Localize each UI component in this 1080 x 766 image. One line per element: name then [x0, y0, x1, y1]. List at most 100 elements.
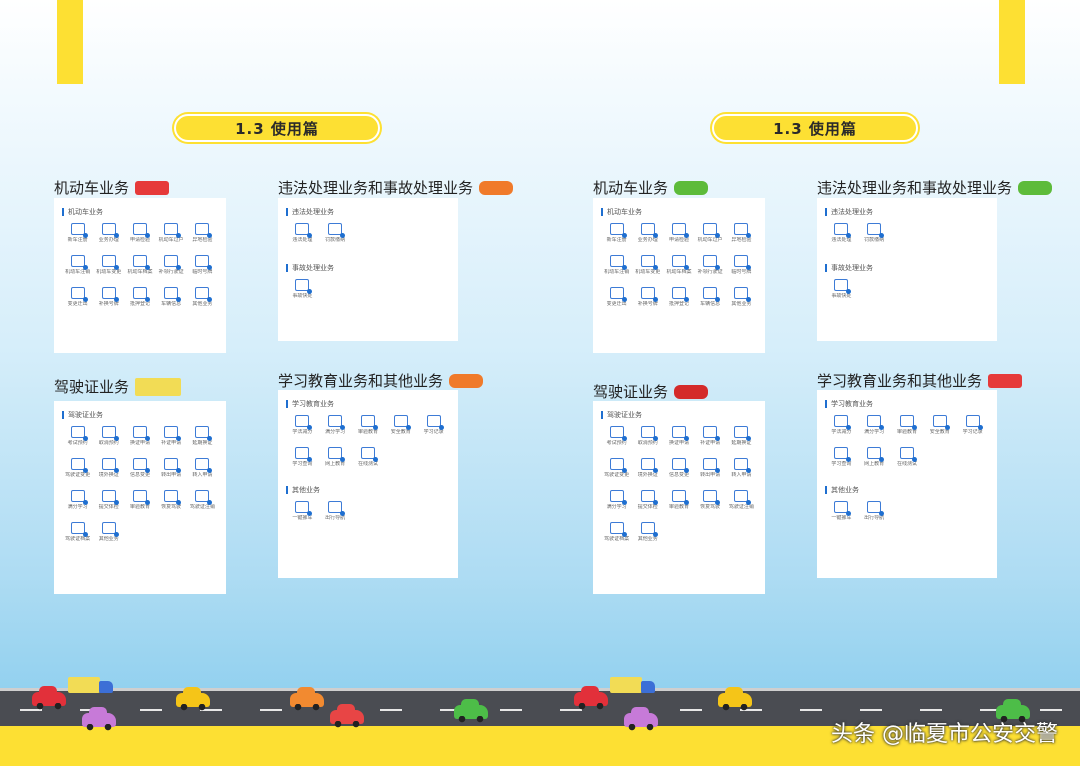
service-item[interactable]: 信息变更	[663, 458, 694, 484]
service-item[interactable]: 罚款缴纳	[319, 223, 352, 249]
service-icon	[328, 447, 346, 462]
service-item[interactable]: 违法处理	[825, 223, 858, 249]
service-item[interactable]: 取消预约	[93, 426, 124, 452]
service-item[interactable]: 满分学习	[858, 415, 891, 441]
service-item[interactable]: 转入申请	[726, 458, 757, 484]
service-item[interactable]: 补证申请	[695, 426, 726, 452]
service-item[interactable]: 学习记录	[956, 415, 989, 441]
service-item[interactable]: 境外换证	[93, 458, 124, 484]
service-item[interactable]: 抵押登记	[663, 287, 694, 313]
service-item[interactable]: 审验教育	[891, 415, 924, 441]
service-label: 信息变更	[129, 472, 150, 478]
service-item[interactable]: 考试预约	[62, 426, 93, 452]
service-item[interactable]: 驾驶证变更	[62, 458, 93, 484]
service-item[interactable]: 网上教育	[319, 447, 352, 473]
service-item[interactable]: 其他业务	[187, 287, 218, 313]
service-item[interactable]: 机动车注销	[601, 255, 632, 281]
service-item[interactable]: 机动车过户	[156, 223, 187, 249]
service-icon	[164, 255, 182, 270]
service-item[interactable]: 出行导航	[858, 501, 891, 527]
service-item[interactable]: 境外换证	[632, 458, 663, 484]
service-item[interactable]: 出行导航	[319, 501, 352, 527]
service-item[interactable]: 取消预约	[632, 426, 663, 452]
service-item[interactable]: 学习查询	[286, 447, 319, 473]
service-item[interactable]: 异地检验	[187, 223, 218, 249]
service-item[interactable]: 满分学习	[62, 490, 93, 516]
service-item[interactable]: 满分学习	[601, 490, 632, 516]
violation-sub-heading: 违法处理业务	[286, 207, 450, 217]
service-item[interactable]: 新车注册	[601, 223, 632, 249]
service-item[interactable]: 业务办理	[93, 223, 124, 249]
service-item[interactable]: 在线测试	[352, 447, 385, 473]
service-item[interactable]: 车辆信息	[695, 287, 726, 313]
service-item[interactable]: 异地检验	[726, 223, 757, 249]
service-item[interactable]: 审验教育	[124, 490, 155, 516]
service-item[interactable]: 提交体检	[632, 490, 663, 516]
service-item[interactable]: 违法处理	[286, 223, 319, 249]
service-item[interactable]: 临时号牌	[726, 255, 757, 281]
service-item[interactable]: 驾驶证注销	[726, 490, 757, 516]
service-item[interactable]: 机动车过户	[695, 223, 726, 249]
service-item[interactable]: 驾驶证档案	[62, 522, 93, 548]
service-item[interactable]: 抵押登记	[124, 287, 155, 313]
service-item[interactable]: 转入申请	[187, 458, 218, 484]
service-item[interactable]: 其他业务	[93, 522, 124, 548]
service-item[interactable]: 转出申请	[156, 458, 187, 484]
service-item[interactable]: 延期换证	[726, 426, 757, 452]
service-item[interactable]: 补换号牌	[93, 287, 124, 313]
service-item[interactable]: 满分学习	[319, 415, 352, 441]
service-item[interactable]: 学法减分	[286, 415, 319, 441]
service-item[interactable]: 补领行驶证	[695, 255, 726, 281]
service-item[interactable]: 网上教育	[858, 447, 891, 473]
service-item[interactable]: 审验教育	[352, 415, 385, 441]
service-item[interactable]: 提交体检	[93, 490, 124, 516]
service-item[interactable]: 机动车变更	[93, 255, 124, 281]
service-item[interactable]: 申请检验	[663, 223, 694, 249]
service-item[interactable]: 安全教育	[923, 415, 956, 441]
service-item[interactable]: 补领行驶证	[156, 255, 187, 281]
service-item[interactable]: 驾驶证注销	[187, 490, 218, 516]
service-item[interactable]: 审验教育	[663, 490, 694, 516]
service-item[interactable]: 其他业务	[726, 287, 757, 313]
service-icon	[671, 426, 689, 441]
service-item[interactable]: 车辆信息	[156, 287, 187, 313]
service-item[interactable]: 申请检验	[124, 223, 155, 249]
service-label: 学习查询	[292, 461, 313, 467]
service-item[interactable]: 临时号牌	[187, 255, 218, 281]
service-item[interactable]: 新车注册	[62, 223, 93, 249]
service-item[interactable]: 考试预约	[601, 426, 632, 452]
service-icon	[195, 426, 213, 441]
service-item[interactable]: 转出申请	[695, 458, 726, 484]
service-item[interactable]: 变更迁出	[601, 287, 632, 313]
service-item[interactable]: 安全教育	[384, 415, 417, 441]
service-item[interactable]: 在线测试	[891, 447, 924, 473]
service-item[interactable]: 业务办理	[632, 223, 663, 249]
violation-sub-heading: 违法处理业务	[825, 207, 989, 217]
service-item[interactable]: 机动车注销	[62, 255, 93, 281]
ambulance-icon	[135, 180, 170, 195]
service-item[interactable]: 延期换证	[187, 426, 218, 452]
service-item[interactable]: 变更迁出	[62, 287, 93, 313]
service-item[interactable]: 其他业务	[632, 522, 663, 548]
service-item[interactable]: 事故快处	[825, 279, 858, 305]
service-item[interactable]: 换证申请	[124, 426, 155, 452]
service-item[interactable]: 恢复驾驶	[695, 490, 726, 516]
service-item[interactable]: 一键挪车	[286, 501, 319, 527]
service-item[interactable]: 信息变更	[124, 458, 155, 484]
service-item[interactable]: 机动车档案	[663, 255, 694, 281]
service-item[interactable]: 学习记录	[417, 415, 450, 441]
service-item[interactable]: 补证申请	[156, 426, 187, 452]
service-item[interactable]: 事故快处	[286, 279, 319, 305]
service-icon	[70, 255, 88, 270]
service-item[interactable]: 机动车档案	[124, 255, 155, 281]
service-item[interactable]: 一键挪车	[825, 501, 858, 527]
service-item[interactable]: 罚款缴纳	[858, 223, 891, 249]
service-item[interactable]: 驾驶证档案	[601, 522, 632, 548]
service-item[interactable]: 学习查询	[825, 447, 858, 473]
service-item[interactable]: 学法减分	[825, 415, 858, 441]
service-item[interactable]: 换证申请	[663, 426, 694, 452]
service-item[interactable]: 机动车变更	[632, 255, 663, 281]
service-item[interactable]: 补换号牌	[632, 287, 663, 313]
service-item[interactable]: 恢复驾驶	[156, 490, 187, 516]
service-item[interactable]: 驾驶证变更	[601, 458, 632, 484]
